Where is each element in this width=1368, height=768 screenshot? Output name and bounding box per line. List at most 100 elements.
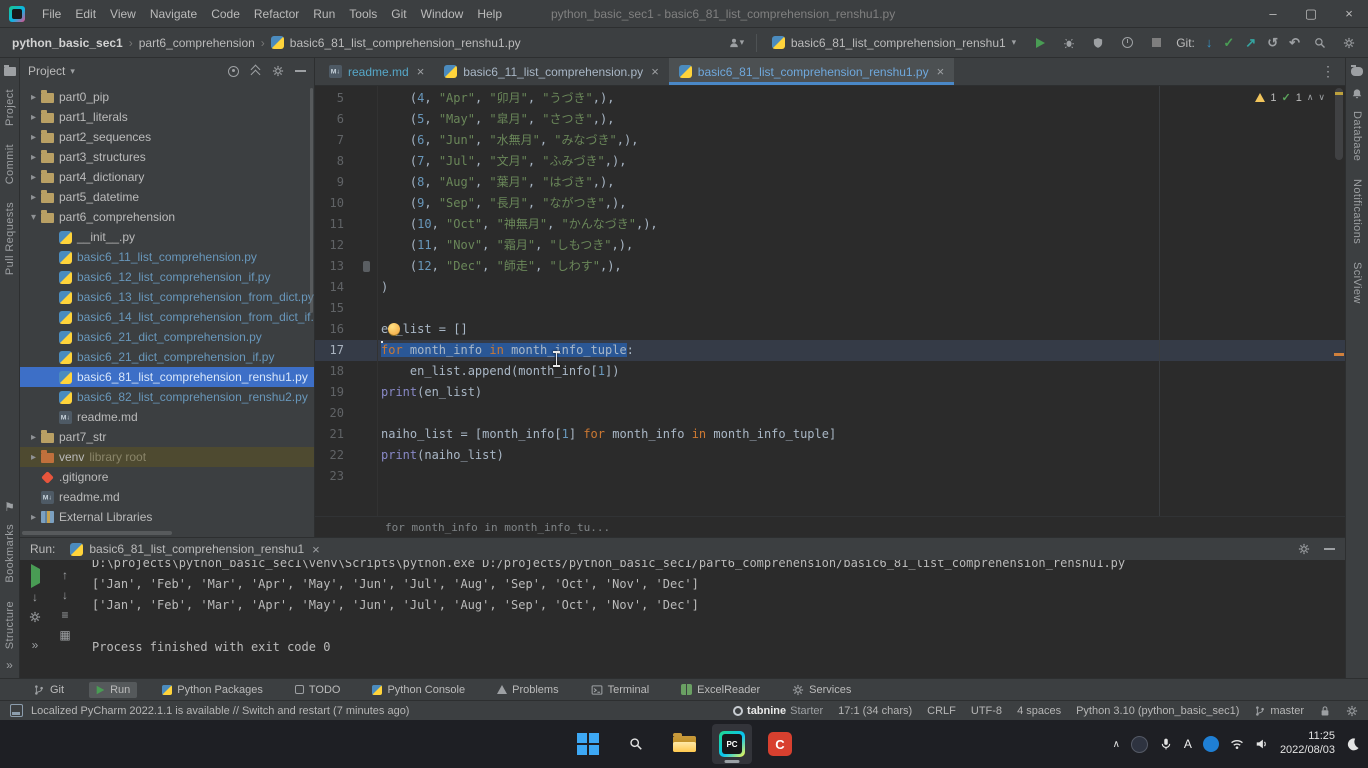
tree-item[interactable]: ▸part1_literals — [20, 107, 314, 127]
menu-window[interactable]: Window — [414, 7, 471, 21]
menu-run[interactable]: Run — [306, 7, 342, 21]
status-settings-icon[interactable] — [1346, 705, 1358, 717]
notifications-bell-icon[interactable] — [1351, 87, 1364, 100]
run-settings-icon[interactable] — [1298, 543, 1310, 555]
update-project-button[interactable]: ↓ — [1206, 35, 1213, 50]
close-run-tab-icon[interactable]: × — [312, 542, 320, 557]
git-branch[interactable]: master — [1254, 705, 1304, 717]
tree-item[interactable]: ▸part4_dictionary — [20, 167, 314, 187]
run-configuration-select[interactable]: basic6_81_list_comprehension_renshu1 ▾ — [768, 34, 1020, 52]
menu-edit[interactable]: Edit — [68, 7, 103, 21]
project-vertical-scrollbar[interactable] — [310, 88, 313, 313]
toolwindow-button-terminal[interactable]: Terminal — [584, 682, 657, 698]
tree-item[interactable]: basic6_81_list_comprehension_renshu1.py — [20, 367, 314, 387]
coverage-button[interactable] — [1089, 34, 1107, 52]
search-everywhere-button[interactable] — [1311, 34, 1329, 52]
breadcrumb-item[interactable]: basic6_81_list_comprehension_renshu1.py — [288, 36, 523, 50]
file-explorer-button[interactable] — [664, 724, 704, 764]
inspections-widget[interactable]: 1 ✓ 1 ∧ ∨ — [1255, 91, 1325, 104]
toolwindow-button-python-packages[interactable]: Python Packages — [155, 682, 270, 698]
history-button[interactable]: ↺ — [1267, 35, 1278, 51]
tree-item[interactable]: basic6_21_dict_comprehension.py — [20, 327, 314, 347]
pycharm-taskbar-button[interactable]: PC — [712, 724, 752, 764]
tray-overflow-chevron-icon[interactable]: ∧ — [1113, 739, 1120, 750]
hide-run-panel-icon[interactable] — [1324, 548, 1335, 550]
tree-item[interactable]: basic6_82_list_comprehension_renshu2.py — [20, 387, 314, 407]
focus-assist-moon-icon[interactable] — [1346, 737, 1360, 751]
error-stripe[interactable] — [1333, 86, 1345, 516]
debug-button[interactable] — [1060, 34, 1078, 52]
menu-navigate[interactable]: Navigate — [143, 7, 204, 21]
menu-file[interactable]: File — [35, 7, 68, 21]
menu-help[interactable]: Help — [470, 7, 509, 21]
close-tab-icon[interactable]: × — [651, 64, 659, 79]
run-wrench-icon[interactable] — [29, 611, 41, 623]
toolwindow-button-services[interactable]: Services — [785, 682, 858, 698]
rollback-button[interactable]: ↶ — [1289, 35, 1300, 51]
stripe-button-commit[interactable]: Commit — [4, 144, 16, 184]
push-button[interactable]: ↗ — [1245, 35, 1256, 51]
taskbar-clock[interactable]: 11:25 2022/08/03 — [1280, 730, 1335, 758]
stop-button[interactable] — [1147, 34, 1165, 52]
editor-tab[interactable]: basic6_11_list_comprehension.py× — [434, 58, 668, 85]
tree-item[interactable]: ▸venvlibrary root — [20, 447, 314, 467]
close-tab-icon[interactable]: × — [937, 64, 945, 79]
close-tab-icon[interactable]: × — [417, 64, 425, 79]
maximize-button[interactable]: ▢ — [1292, 0, 1330, 27]
editor-tab[interactable]: basic6_81_list_comprehension_renshu1.py× — [669, 58, 954, 85]
rerun-button[interactable] — [31, 569, 40, 583]
tree-item[interactable]: .gitignore — [20, 467, 314, 487]
prev-problem-icon[interactable]: ∧ — [1307, 92, 1314, 103]
tree-item[interactable]: ▸part0_pip — [20, 87, 314, 107]
toolwindow-button-run[interactable]: Run — [89, 682, 137, 698]
commit-button[interactable]: ✓ — [1223, 35, 1234, 51]
stripe-button-database[interactable]: Database — [1351, 111, 1363, 161]
warning-stripe-mark[interactable] — [1335, 92, 1343, 95]
toolwindow-button-git[interactable]: Git — [26, 682, 71, 698]
toolwindow-button-excelreader[interactable]: ExcelReader — [674, 682, 767, 698]
microphone-icon[interactable] — [1159, 737, 1173, 751]
menu-code[interactable]: Code — [204, 7, 247, 21]
next-problem-icon[interactable]: ∨ — [1318, 92, 1325, 103]
collapse-all-icon[interactable] — [250, 66, 261, 77]
menu-refactor[interactable]: Refactor — [247, 7, 306, 21]
file-encoding[interactable]: UTF-8 — [971, 705, 1002, 717]
stripe-button-sciview[interactable]: SciView — [1351, 262, 1363, 304]
tray-blue-app-icon[interactable] — [1203, 736, 1219, 752]
tree-item[interactable]: readme.md — [20, 407, 314, 427]
tree-item[interactable]: ▸part3_structures — [20, 147, 314, 167]
line-separator[interactable]: CRLF — [927, 705, 956, 717]
toolwindow-button-python-console[interactable]: Python Console — [365, 682, 472, 698]
menu-git[interactable]: Git — [384, 7, 413, 21]
stripe-button-project[interactable]: Project — [4, 89, 16, 126]
indent-style[interactable]: 4 spaces — [1017, 705, 1061, 717]
tabs-options-icon[interactable]: ⋮ — [1311, 63, 1345, 80]
tree-item[interactable]: ▾part6_comprehension — [20, 207, 314, 227]
vcs-user-icon[interactable]: ▾ — [727, 34, 745, 52]
minimize-button[interactable]: – — [1254, 0, 1292, 27]
toolbar-more-icon[interactable]: » — [32, 639, 39, 651]
select-opened-file-icon[interactable] — [228, 66, 239, 77]
stripe-button-pull-requests[interactable]: Pull Requests — [4, 202, 16, 275]
tree-item[interactable]: ▸External Libraries — [20, 507, 314, 527]
stripe-more-icon[interactable]: » — [6, 658, 13, 672]
tree-item[interactable]: basic6_12_list_comprehension_if.py — [20, 267, 314, 287]
status-message[interactable]: Localized PyCharm 2022.1.1 is available … — [31, 705, 409, 717]
tree-item[interactable]: ▸part7_str — [20, 427, 314, 447]
editor-scrollbar-thumb[interactable] — [1335, 88, 1343, 160]
python-interpreter[interactable]: Python 3.10 (python_basic_sec1) — [1076, 705, 1239, 717]
ime-indicator[interactable]: A — [1184, 737, 1192, 751]
search-button[interactable] — [616, 724, 656, 764]
tree-item[interactable]: basic6_13_list_comprehension_from_dict.p… — [20, 287, 314, 307]
panel-settings-icon[interactable] — [272, 65, 284, 77]
toolwindow-button-todo[interactable]: TODO — [288, 682, 348, 698]
start-button[interactable] — [568, 724, 608, 764]
lock-icon[interactable] — [1319, 705, 1331, 717]
stripe-button-bookmarks[interactable]: Bookmarks — [4, 524, 16, 583]
intention-bulb-icon[interactable] — [388, 323, 400, 335]
tree-item[interactable]: ▸part2_sequences — [20, 127, 314, 147]
menu-tools[interactable]: Tools — [342, 7, 384, 21]
run-tab[interactable]: basic6_81_list_comprehension_renshu1 × — [64, 538, 325, 560]
tree-item[interactable]: __init__.py — [20, 227, 314, 247]
tree-item[interactable]: readme.md — [20, 487, 314, 507]
